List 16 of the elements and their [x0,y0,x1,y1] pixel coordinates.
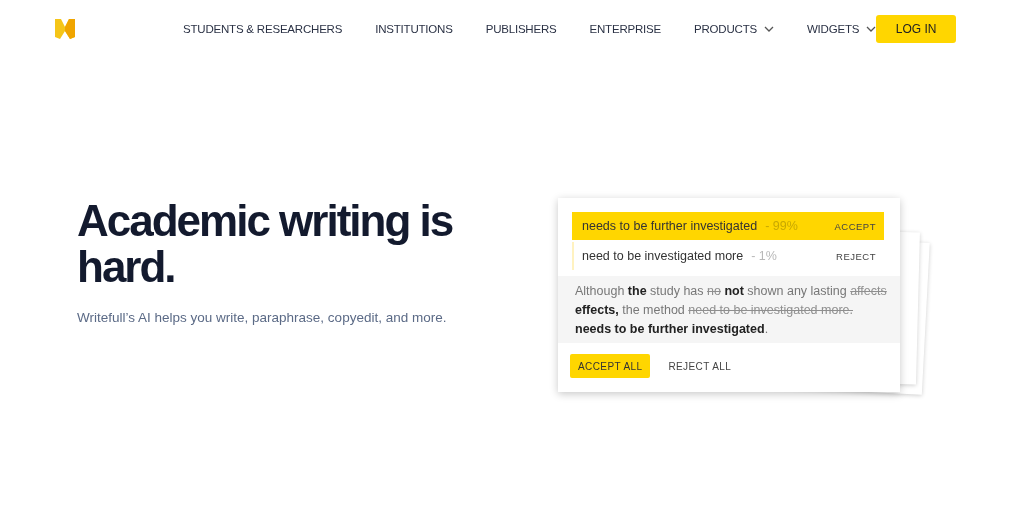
accept-all-button[interactable]: ACCEPT ALL [570,354,651,378]
nav-link[interactable]: ENTERPRISE [589,23,661,35]
nav-link[interactable]: PRODUCTS [694,23,774,35]
hero-subtitle: Writefull’s AI helps you write, paraphrase, copyedit, and more. [77,310,448,325]
logo-icon[interactable] [53,17,77,41]
nav-link[interactable]: WIDGETS [806,23,877,35]
chevron-down-icon [866,26,877,32]
hero-title: Academic writing is hard. [77,198,454,290]
nav-link[interactable]: INSTITUTIONS [375,23,453,35]
nav-link[interactable]: PUBLISHERS [485,23,557,35]
edited-sentence: Although the study has no not shown any lasting affects effects, the method need to be investigated more. needs to be further investigated. [575,283,888,338]
reject-all-button[interactable]: REJECT ALL [658,354,742,378]
nav-link[interactable]: STUDENTS & RESEARCHERS [183,23,343,35]
suggestion-item[interactable]: need to be investigated more - 1% REJECT [572,242,884,270]
login-button[interactable]: LOG IN [876,15,956,43]
chevron-down-icon [763,26,774,32]
